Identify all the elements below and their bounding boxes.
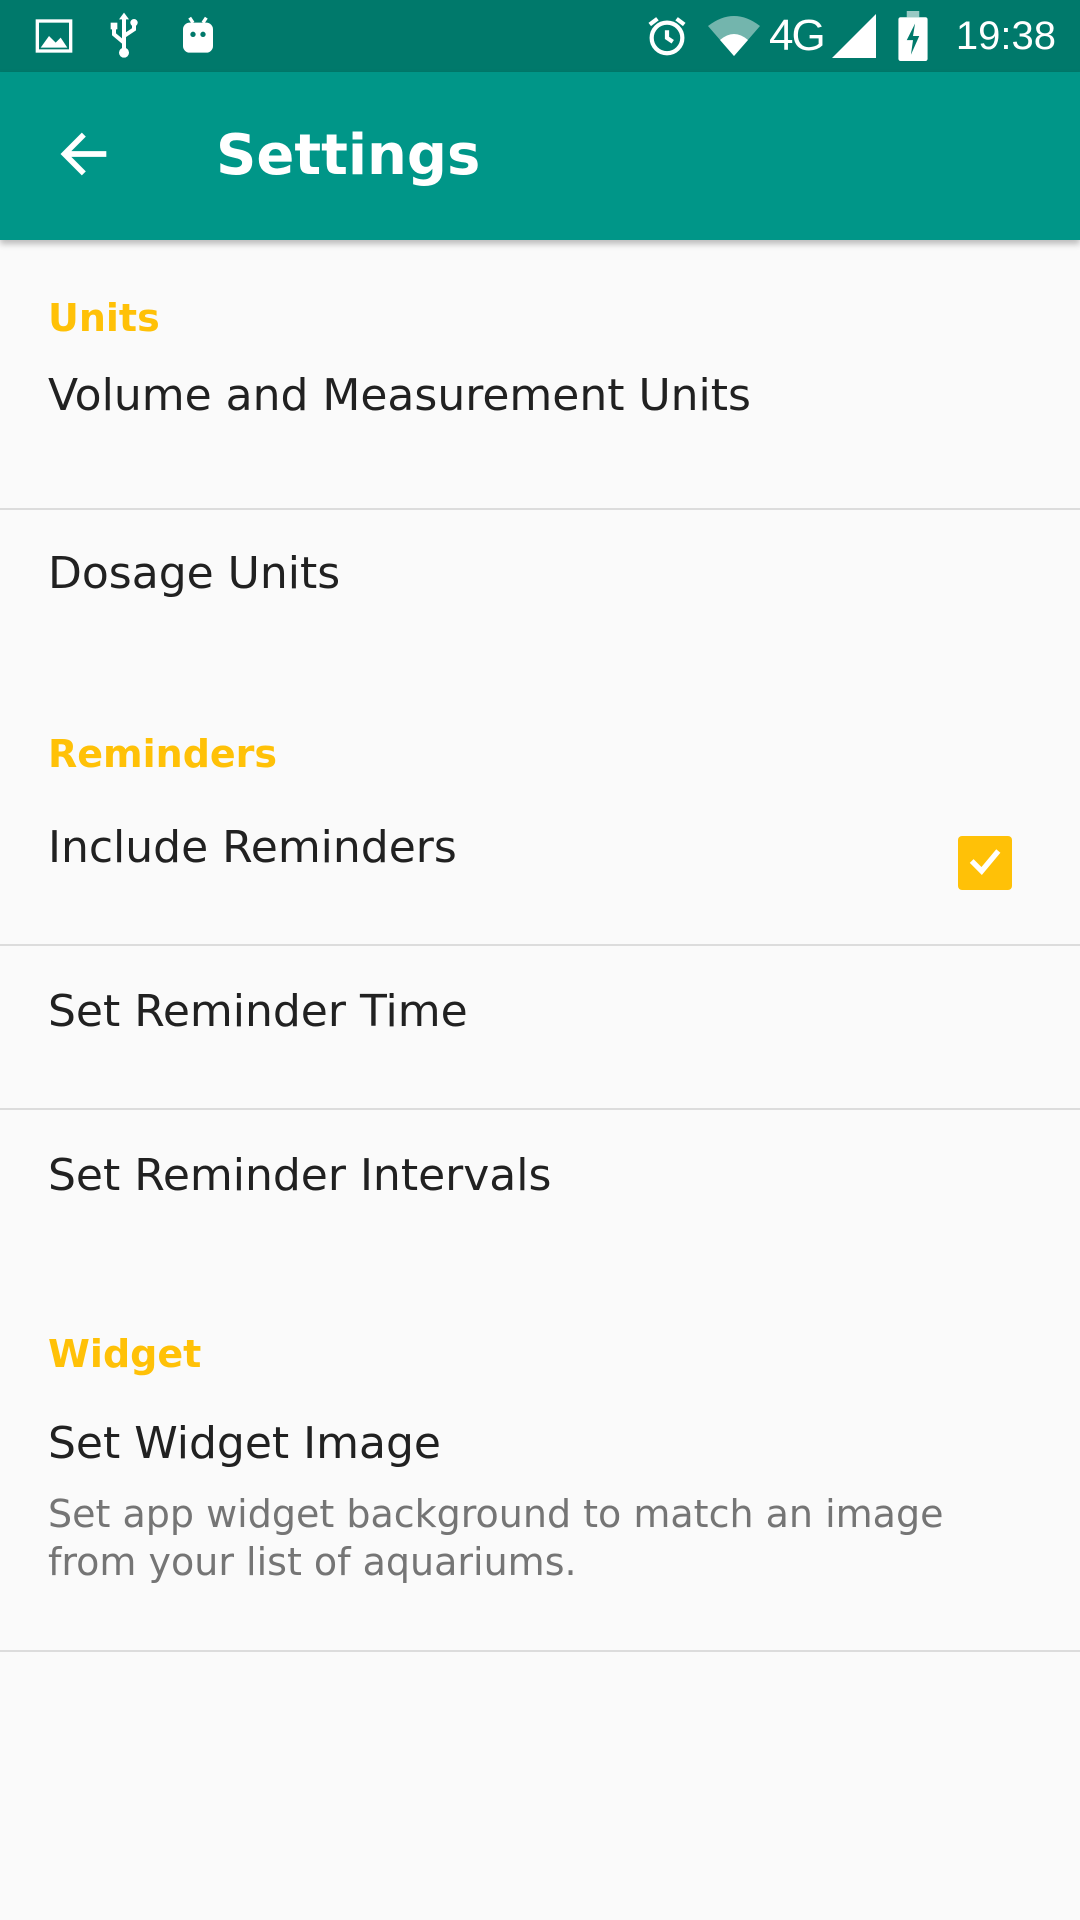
pref-widget-image[interactable]: Set Widget Image Set app widget backgrou… — [0, 1380, 1080, 1652]
usb-icon — [104, 0, 144, 72]
pref-reminder-intervals[interactable]: Set Reminder Intervals — [0, 1110, 1080, 1270]
clock: 19:38 — [955, 14, 1056, 58]
status-bar: 4G 19:38 — [0, 0, 1080, 72]
pref-reminder-time-title: Set Reminder Time — [48, 986, 468, 1037]
wifi-icon — [706, 0, 762, 72]
divider — [0, 1650, 1080, 1652]
pref-reminder-time[interactable]: Set Reminder Time — [0, 946, 1080, 1108]
section-header-units: Units — [48, 296, 160, 340]
network-type-label: 4G — [769, 11, 826, 60]
pref-widget-image-title: Set Widget Image — [48, 1418, 441, 1469]
include-reminders-checkbox[interactable] — [958, 836, 1012, 890]
pref-volume-units-title: Volume and Measurement Units — [48, 370, 751, 421]
page-title: Settings — [216, 123, 481, 188]
app-toolbar: Settings — [0, 72, 1080, 240]
image-icon — [34, 0, 74, 72]
pref-dosage-units[interactable]: Dosage Units — [0, 510, 1080, 670]
pref-dosage-units-title: Dosage Units — [48, 548, 341, 599]
pref-volume-units[interactable]: Volume and Measurement Units — [0, 350, 1080, 474]
signal-icon — [832, 0, 876, 72]
section-header-widget: Widget — [48, 1332, 202, 1376]
alarm-icon — [644, 0, 690, 72]
pref-include-reminders-title: Include Reminders — [48, 822, 457, 873]
pref-widget-image-summary: Set app widget background to match an im… — [48, 1492, 944, 1584]
arrow-back-icon — [58, 128, 110, 184]
back-button[interactable] — [36, 108, 132, 204]
section-header-reminders: Reminders — [48, 732, 278, 776]
pref-reminder-intervals-title: Set Reminder Intervals — [48, 1150, 552, 1201]
pref-include-reminders[interactable]: Include Reminders — [0, 780, 1080, 942]
battery-charging-icon — [898, 0, 928, 72]
check-icon — [965, 841, 1005, 885]
android-icon — [178, 0, 218, 72]
